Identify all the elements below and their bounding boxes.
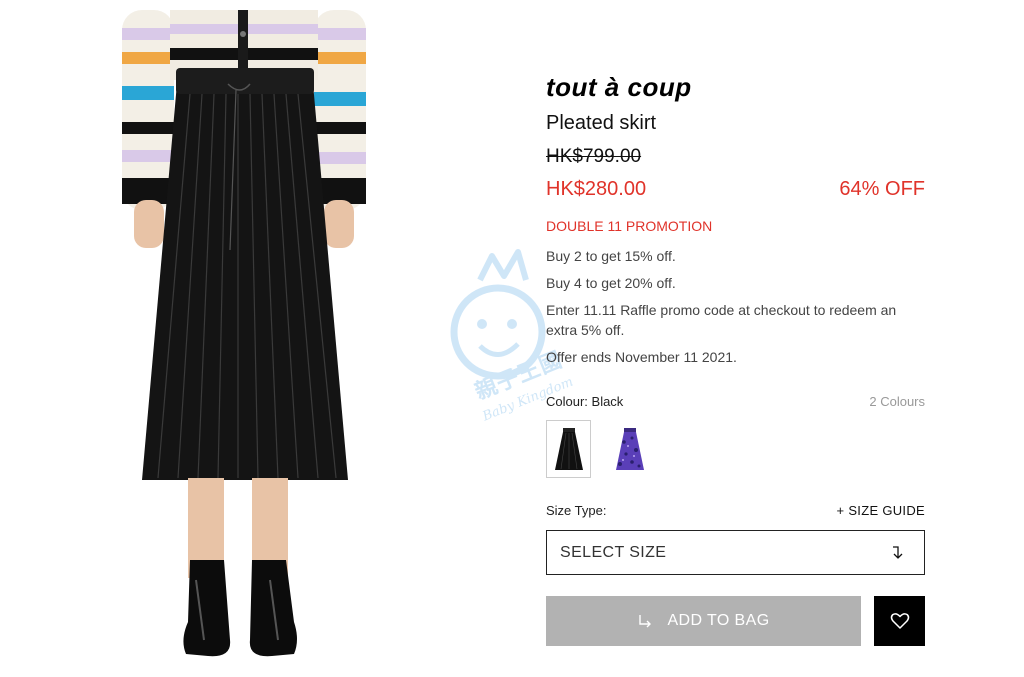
brand-name[interactable]: tout à coup <box>546 68 925 106</box>
heart-icon <box>890 611 910 631</box>
promotion-line: Buy 2 to get 15% off. <box>546 248 676 264</box>
size-row: Size Type: + SIZE GUIDE <box>546 501 925 519</box>
arrow-down-icon <box>890 545 906 561</box>
size-guide-link[interactable]: + SIZE GUIDE <box>837 503 925 518</box>
colour-count: 2 Colours <box>869 393 925 409</box>
add-to-bag-label: ADD TO BAG <box>667 612 770 629</box>
promotion-line: Enter 11.11 Raffle promo code at checkou… <box>546 302 897 338</box>
size-select[interactable]: SELECT SIZE <box>546 530 925 575</box>
purple-print-skirt-thumbnail <box>615 428 644 470</box>
promotion-line: Offer ends November 11 2021. <box>546 349 737 365</box>
promotion-title: DOUBLE 11 PROMOTION <box>546 218 713 234</box>
original-price: HK$799.00 <box>546 146 642 167</box>
swatch-black[interactable] <box>546 420 591 478</box>
colour-swatches <box>546 420 925 478</box>
product-name: Pleated skirt <box>546 112 657 134</box>
size-select-label: SELECT SIZE <box>560 543 667 561</box>
swatch-purple[interactable] <box>607 420 652 478</box>
arrow-return-icon <box>637 613 653 629</box>
sale-price: HK$280.00 <box>546 177 647 200</box>
wishlist-button[interactable] <box>874 596 925 646</box>
black-skirt-thumbnail <box>554 428 583 470</box>
size-type-label: Size Type: <box>546 502 607 518</box>
colour-row: Colour: Black 2 Colours <box>546 392 925 410</box>
price-row: HK$280.00 64% OFF <box>546 175 925 203</box>
discount-badge: 64% OFF <box>839 177 925 200</box>
promotion-line: Buy 4 to get 20% off. <box>546 275 676 291</box>
product-image <box>100 0 390 677</box>
action-buttons: ADD TO BAG <box>546 596 925 646</box>
colour-label: Colour: Black <box>546 393 624 409</box>
product-info: tout à coup Pleated skirt HK$799.00 HK$2… <box>546 68 925 646</box>
add-to-bag-button[interactable]: ADD TO BAG <box>546 596 861 646</box>
pleated-skirt-model-photo <box>122 10 366 657</box>
